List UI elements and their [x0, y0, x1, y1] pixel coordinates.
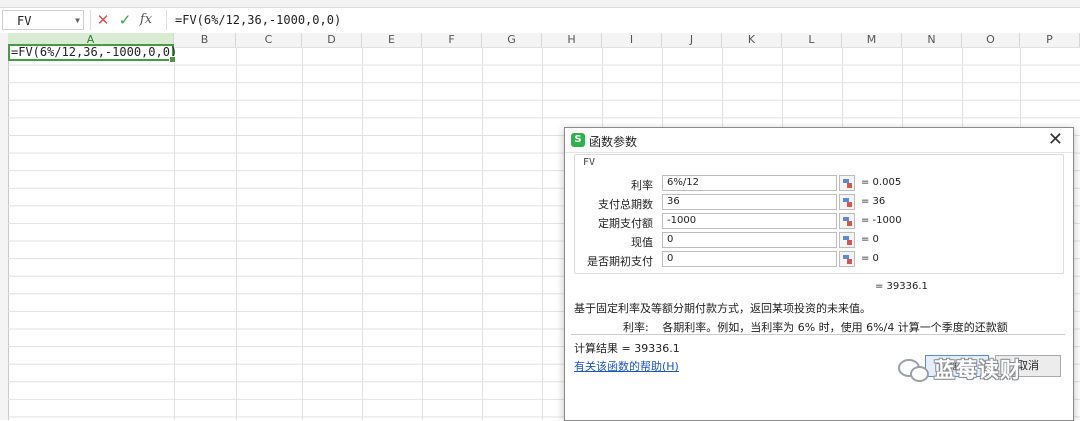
dialog-title: 函数参数: [589, 135, 638, 149]
arg-input-pmt[interactable]: -1000: [662, 213, 837, 229]
arg-label: 利率: [631, 179, 653, 192]
arg-label: 支付总期数: [598, 198, 653, 211]
confirm-formula-icon[interactable]: ✓: [116, 11, 134, 29]
column-header-p[interactable]: P: [1020, 33, 1080, 47]
column-header-i[interactable]: I: [602, 33, 662, 47]
grid-divider: [174, 47, 175, 420]
grid-divider: [482, 47, 483, 420]
wechat-icon: [898, 356, 929, 382]
cell-picker-icon[interactable]: [839, 194, 855, 210]
arg-row-pv: 现值 0 = 0: [575, 232, 1063, 250]
arg-result: = 36: [861, 196, 886, 207]
arg-label: 是否期初支付: [587, 255, 653, 268]
arg-input-nper[interactable]: 36: [662, 194, 837, 210]
arg-label: 现值: [631, 236, 653, 249]
cell-picker-icon[interactable]: [839, 213, 855, 229]
column-header-k[interactable]: K: [722, 33, 782, 47]
calculation-result: 计算结果 = 39336.1: [574, 342, 680, 355]
column-header-g[interactable]: G: [482, 33, 542, 47]
arg-input-rate[interactable]: 6%/12: [662, 175, 837, 191]
cell-picker-icon[interactable]: [839, 232, 855, 248]
column-header-o[interactable]: O: [962, 33, 1020, 47]
column-header-h[interactable]: H: [542, 33, 602, 47]
active-cell-a1[interactable]: =FV(6%/12,36,-1000,0,0): [8, 44, 178, 63]
divider: [571, 334, 1065, 335]
arg-row-pmt: 定期支付额 -1000 = -1000: [575, 213, 1063, 231]
column-header-c[interactable]: C: [236, 33, 302, 47]
arg-result: = 0: [861, 234, 879, 245]
grid-divider: [362, 47, 363, 420]
argument-help-text: 各期利率。例如，当利率为 6% 时，使用 6%/4 计算一个季度的还款额: [662, 321, 1008, 334]
column-header-l[interactable]: L: [782, 33, 842, 47]
cancel-formula-icon[interactable]: ✕: [94, 11, 112, 29]
dialog-title-bar[interactable]: S 函数参数 ✕: [565, 128, 1073, 153]
top-tab-strip: [0, 0, 1080, 8]
help-link[interactable]: 有关该函数的帮助(H): [574, 358, 679, 374]
formula-bar: FV ▼ ✕ ✓ fx =FV(6%/12,36,-1000,0,0): [0, 8, 1080, 34]
column-header-j[interactable]: J: [662, 33, 722, 47]
argument-help: 利率: 各期利率。例如，当利率为 6% 时，使用 6%/4 计算一个季度的还款额: [623, 319, 1008, 335]
grid-divider: [542, 47, 543, 420]
watermark: 蓝莓读财: [898, 354, 1022, 384]
watermark-text: 蓝莓读财: [934, 358, 1022, 382]
arg-row-rate: 利率 6%/12 = 0.005: [575, 175, 1063, 193]
argument-help-key: 利率:: [623, 321, 649, 334]
column-header-f[interactable]: F: [422, 33, 482, 47]
chevron-down-icon[interactable]: ▼: [75, 11, 80, 31]
arg-label: 定期支付额: [598, 217, 653, 230]
active-cell-text: =FV(6%/12,36,-1000,0,0): [11, 45, 178, 59]
arg-row-type: 是否期初支付 0 = 0: [575, 251, 1063, 269]
column-header-d[interactable]: D: [302, 33, 362, 47]
column-header-n[interactable]: N: [902, 33, 962, 47]
grid-divider: [302, 47, 303, 420]
name-box-value: FV: [17, 14, 32, 28]
column-header-e[interactable]: E: [362, 33, 422, 47]
grid-divider: [236, 47, 237, 420]
column-header-b[interactable]: B: [174, 33, 236, 47]
arg-input-pv[interactable]: 0: [662, 232, 837, 248]
cell-picker-icon[interactable]: [839, 175, 855, 191]
formula-input[interactable]: =FV(6%/12,36,-1000,0,0): [166, 10, 1078, 30]
arg-input-type[interactable]: 0: [662, 251, 837, 267]
function-name: FV: [583, 157, 596, 168]
function-description: 基于固定利率及等额分期付款方式，返回某项投资的未来值。: [574, 302, 871, 315]
arg-result: = -1000: [861, 215, 902, 226]
insert-function-icon[interactable]: fx: [137, 11, 155, 29]
cell-picker-icon[interactable]: [839, 251, 855, 267]
arg-result: = 0: [861, 253, 879, 264]
fill-handle[interactable]: [169, 56, 176, 63]
arg-result: = 0.005: [861, 177, 902, 188]
divider: [90, 10, 91, 30]
grid-divider: [422, 47, 423, 420]
arguments-group: FV 利率 6%/12 = 0.005 支付总期数 36 = 36 定期支付额 …: [574, 154, 1064, 274]
wps-logo-icon: S: [571, 133, 585, 147]
function-result: = 39336.1: [875, 281, 928, 292]
arg-row-nper: 支付总期数 36 = 36: [575, 194, 1063, 212]
column-header-m[interactable]: M: [842, 33, 902, 47]
name-box[interactable]: FV ▼: [2, 10, 84, 30]
close-icon[interactable]: ✕: [1048, 130, 1063, 150]
